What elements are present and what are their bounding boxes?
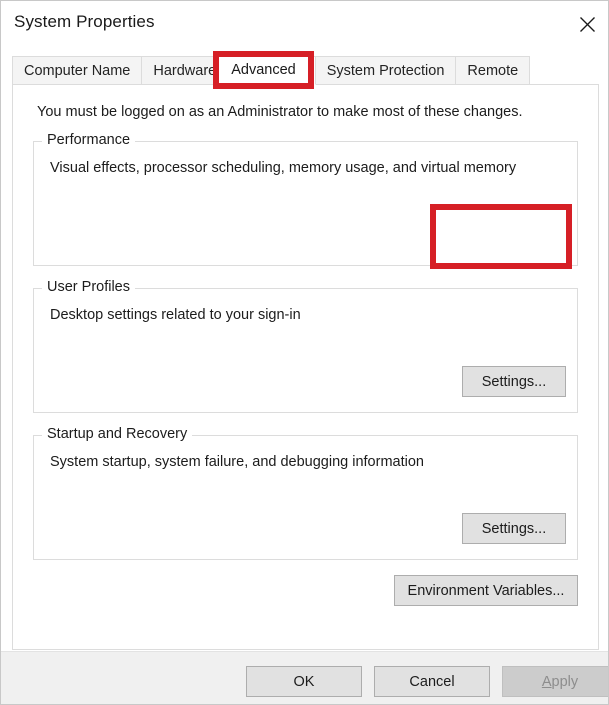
- tab-content-panel: You must be logged on as an Administrato…: [12, 84, 599, 650]
- button-label: OK: [293, 673, 315, 690]
- tab-label: Computer Name: [24, 62, 131, 79]
- performance-settings-button[interactable]: Settings...: [462, 219, 566, 250]
- startup-recovery-settings-button[interactable]: Settings...: [462, 513, 566, 544]
- dialog-footer: OK Cancel Apply: [1, 651, 608, 704]
- tab-hardware[interactable]: Hardware: [142, 56, 229, 85]
- environment-variables-button[interactable]: Environment Variables...: [394, 575, 578, 606]
- button-label: pply: [551, 673, 579, 690]
- administrator-note: You must be logged on as an Administrato…: [37, 104, 523, 120]
- window-title: System Properties: [14, 12, 155, 31]
- tab-remote[interactable]: Remote: [456, 56, 531, 85]
- button-label: Settings...: [481, 226, 547, 243]
- button-label: Settings...: [481, 373, 547, 390]
- cancel-button[interactable]: Cancel: [374, 666, 490, 697]
- tab-system-protection[interactable]: System Protection: [315, 56, 457, 85]
- tab-strip: Computer Name Hardware Advanced System P…: [12, 56, 599, 85]
- tab-label: System Protection: [326, 62, 445, 79]
- tab-advanced[interactable]: Advanced: [228, 56, 316, 85]
- button-label-accelerator: A: [541, 673, 552, 690]
- tab-label: Remote: [467, 62, 519, 79]
- apply-button: Apply: [502, 666, 608, 697]
- tab-label: Advanced: [239, 62, 304, 79]
- group-legend: Performance: [42, 132, 136, 148]
- system-properties-dialog: System Properties Computer Name Hardware…: [0, 0, 609, 705]
- group-description: System startup, system failure, and debu…: [50, 454, 424, 470]
- button-label: Settings...: [481, 520, 547, 537]
- group-legend: User Profiles: [42, 279, 135, 295]
- button-label: Cancel: [409, 673, 455, 690]
- title-bar: System Properties: [1, 1, 608, 47]
- close-icon[interactable]: [564, 1, 608, 47]
- tab-label: Hardware: [153, 62, 217, 79]
- tab-computer-name[interactable]: Computer Name: [12, 56, 143, 85]
- button-label: Environment Variables...: [407, 582, 565, 599]
- group-user-profiles: User Profiles Desktop settings related t…: [33, 279, 578, 413]
- group-description: Visual effects, processor scheduling, me…: [50, 160, 517, 176]
- user-profiles-settings-button[interactable]: Settings...: [462, 366, 566, 397]
- group-performance: Performance Visual effects, processor sc…: [33, 132, 578, 266]
- group-legend: Startup and Recovery: [42, 426, 193, 442]
- ok-button[interactable]: OK: [246, 666, 362, 697]
- group-description: Desktop settings related to your sign-in: [50, 307, 301, 323]
- group-startup-recovery: Startup and Recovery System startup, sys…: [33, 426, 578, 560]
